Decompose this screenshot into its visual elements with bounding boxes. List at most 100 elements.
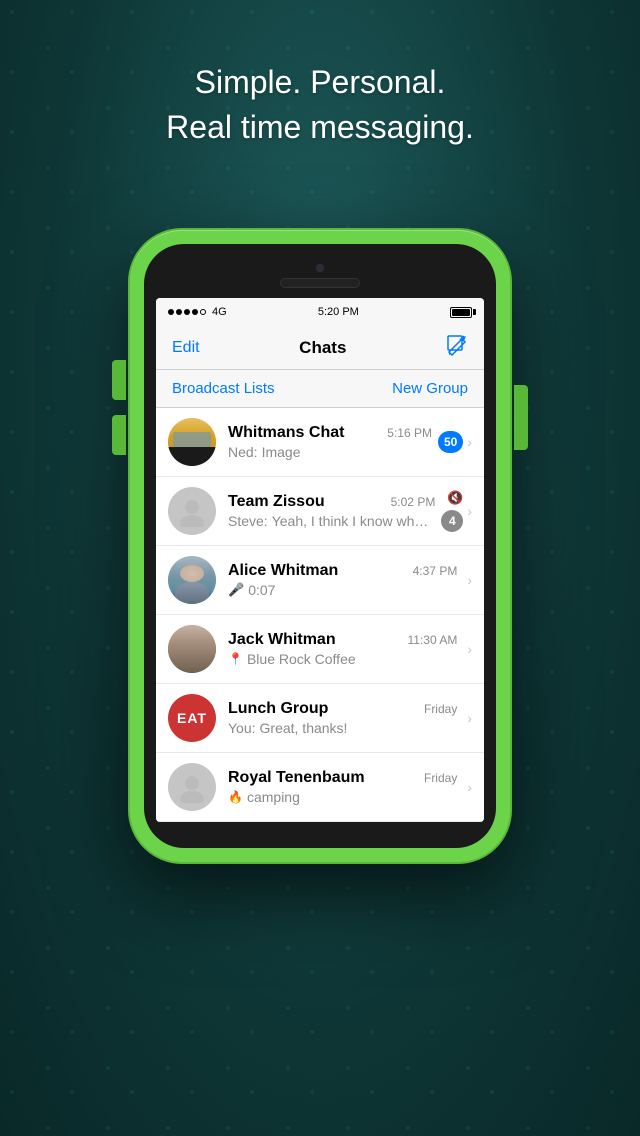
compose-button[interactable] [446,334,468,362]
chat-name-whitmans: Whitmans Chat [228,424,344,442]
chat-header-team: Team Zissou 5:02 PM [228,493,435,511]
dot4 [192,309,198,315]
compose-icon [446,334,468,356]
chevron-alice: › [467,572,472,588]
phone-outer: 4G 5:20 PM Edit Chats [130,230,510,862]
preview-text-jack: Blue Rock Coffee [247,651,356,667]
chat-preview-whitmans: Ned: Image [228,444,432,460]
chat-preview-alice: 🎤 0:07 [228,582,457,598]
chat-header-jack: Jack Whitman 11:30 AM [228,631,457,649]
chat-content-lunch: Lunch Group Friday You: Great, thanks! [228,700,457,736]
action-bar: Broadcast Lists New Group [156,370,484,408]
chat-header-lunch: Lunch Group Friday [228,700,457,718]
preview-sender-lunch: You: [228,720,256,736]
broadcast-lists-button[interactable]: Broadcast Lists [172,380,275,397]
dot2 [176,309,182,315]
chevron-team: › [467,503,472,519]
chat-time-jack: 11:30 AM [408,633,458,647]
chat-name-jack: Jack Whitman [228,631,336,649]
camera [316,264,324,272]
edit-button[interactable]: Edit [172,339,200,357]
phone: 4G 5:20 PM Edit Chats [130,230,510,862]
preview-text-whitmans: Image [262,444,301,460]
chat-item-whitmans[interactable]: Whitmans Chat 5:16 PM Ned: Image 50 › [156,408,484,477]
chat-time-team: 5:02 PM [391,495,436,509]
chat-name-royal: Royal Tenenbaum [228,769,365,787]
chat-header-alice: Alice Whitman 4:37 PM [228,562,457,580]
chat-preview-jack: 📍 Blue Rock Coffee [228,651,457,667]
preview-sender-team: Steve: [228,513,268,529]
chat-meta-team: 🔇 4 [441,490,463,532]
new-group-button[interactable]: New Group [392,380,468,397]
person-icon-team [176,495,208,527]
chat-item-lunch[interactable]: EAT Lunch Group Friday You: Great, thank… [156,684,484,753]
phone-inner: 4G 5:20 PM Edit Chats [144,244,496,848]
whitmans-image [168,418,216,466]
chat-content-team: Team Zissou 5:02 PM Steve: Yeah, I think… [228,493,435,529]
battery-fill [452,309,470,316]
chat-header-whitmans: Whitmans Chat 5:16 PM [228,424,432,442]
preview-text-alice: 0:07 [248,582,275,598]
dot5 [200,309,206,315]
chat-content-whitmans: Whitmans Chat 5:16 PM Ned: Image [228,424,432,460]
alice-body [175,582,209,604]
chat-item-team-zissou[interactable]: Team Zissou 5:02 PM Steve: Yeah, I think… [156,477,484,546]
alice-image [168,556,216,604]
chevron-lunch: › [467,710,472,726]
person-icon-royal [176,771,208,803]
chat-content-alice: Alice Whitman 4:37 PM 🎤 0:07 [228,562,457,598]
battery-body [450,307,472,318]
chat-time-royal: Friday [424,771,457,785]
phone-screen: 4G 5:20 PM Edit Chats [156,298,484,822]
mic-icon-alice: 🎤 [228,582,244,598]
nav-title: Chats [299,338,346,358]
chat-content-jack: Jack Whitman 11:30 AM 📍 Blue Rock Coffee [228,631,457,667]
tagline-line1: Simple. Personal. [195,64,446,100]
chat-preview-lunch: You: Great, thanks! [228,720,457,736]
badge-whitmans: 50 [438,431,463,453]
eat-sign: EAT [177,710,207,726]
chat-name-team: Team Zissou [228,493,325,511]
preview-text-lunch: Great, thanks! [260,720,348,736]
avatar-whitmans [168,418,216,466]
chat-time-lunch: Friday [424,702,457,716]
preview-sender-whitmans: Ned: [228,444,258,460]
chat-header-royal: Royal Tenenbaum Friday [228,769,457,787]
chat-content-royal: Royal Tenenbaum Friday 🔥 camping [228,769,457,805]
preview-text-team: Yeah, I think I know wha... [272,513,432,529]
chat-name-alice: Alice Whitman [228,562,338,580]
avatar-team-zissou [168,487,216,535]
signal: 4G [168,306,227,318]
network-label: 4G [212,306,227,318]
tagline: Simple. Personal. Real time messaging. [0,60,640,150]
location-icon-jack: 📍 [228,652,243,666]
avatar-jack [168,625,216,673]
avatar-royal [168,763,216,811]
chat-meta-whitmans: 50 [438,431,463,453]
tagline-line2: Real time messaging. [166,109,474,145]
chevron-jack: › [467,641,472,657]
chat-preview-royal: 🔥 camping [228,789,457,805]
preview-text-royal: camping [247,789,300,805]
battery [450,307,472,318]
nav-bar: Edit Chats [156,326,484,370]
badge-team: 4 [441,510,463,532]
dot3 [184,309,190,315]
phone-bottom-bar [156,822,484,836]
avatar-lunch: EAT [168,694,216,742]
chat-item-jack[interactable]: Jack Whitman 11:30 AM 📍 Blue Rock Coffee… [156,615,484,684]
mute-icon-team: 🔇 [447,490,463,506]
chat-list: Whitmans Chat 5:16 PM Ned: Image 50 › [156,408,484,822]
status-time: 5:20 PM [318,306,359,318]
chat-time-alice: 4:37 PM [413,564,458,578]
fire-icon-royal: 🔥 [228,790,243,804]
speaker [280,278,360,288]
phone-top-bar [156,256,484,298]
chat-time-whitmans: 5:16 PM [387,426,432,440]
chat-item-royal[interactable]: Royal Tenenbaum Friday 🔥 camping › [156,753,484,822]
chat-name-lunch: Lunch Group [228,700,328,718]
status-bar: 4G 5:20 PM [156,298,484,326]
chat-item-alice[interactable]: Alice Whitman 4:37 PM 🎤 0:07 › [156,546,484,615]
chevron-whitmans: › [467,434,472,450]
dot1 [168,309,174,315]
